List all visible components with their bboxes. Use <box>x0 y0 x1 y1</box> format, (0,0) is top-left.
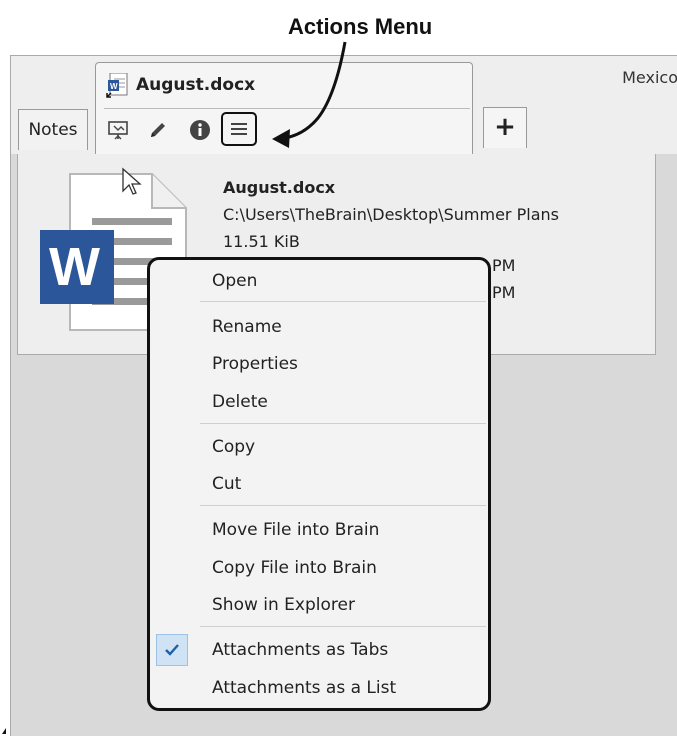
present-icon[interactable] <box>106 118 130 142</box>
svg-text:W: W <box>110 82 118 91</box>
file-size: 11.51 KiB <box>223 232 300 251</box>
file-name: August.docx <box>223 178 336 197</box>
menu-item-rename[interactable]: Rename <box>150 310 488 344</box>
actions-menu-annotation: Actions Menu <box>288 14 433 39</box>
menu-item-properties[interactable]: Properties <box>150 347 488 381</box>
menu-item-open[interactable]: Open <box>150 264 488 298</box>
edit-pencil-icon[interactable] <box>146 118 170 142</box>
menu-item-copy-file-into-brain[interactable]: Copy File into Brain <box>150 551 488 585</box>
file-info: August.docx C:\Users\TheBrain\Desktop\Su… <box>223 174 559 255</box>
menu-separator <box>200 423 486 424</box>
svg-text:W: W <box>49 237 100 297</box>
window-edge <box>0 720 10 735</box>
file-date-partial-1: PM <box>492 256 516 275</box>
word-document-icon: W <box>106 72 128 99</box>
menu-separator <box>200 301 486 302</box>
tab-august-docx[interactable]: W August.docx <box>95 62 473 155</box>
menu-item-attachments-as-a-list[interactable]: Attachments as a List <box>150 671 488 705</box>
info-icon[interactable] <box>188 118 212 142</box>
menu-separator <box>200 505 486 506</box>
menu-item-copy[interactable]: Copy <box>150 430 488 464</box>
menu-item-attachments-as-tabs[interactable]: Attachments as Tabs <box>150 633 488 667</box>
menu-separator <box>200 626 486 627</box>
new-tab-button[interactable]: + <box>483 107 527 148</box>
menu-item-cut[interactable]: Cut <box>150 467 488 501</box>
tab-title: August.docx <box>136 75 256 95</box>
menu-item-show-in-explorer[interactable]: Show in Explorer <box>150 588 488 622</box>
menu-item-move-file-into-brain[interactable]: Move File into Brain <box>150 513 488 547</box>
actions-context-menu: Open Rename Properties Delete Copy Cut M… <box>147 257 491 711</box>
window-title-partial: Mexico <box>622 68 677 87</box>
tab-notes[interactable]: Notes <box>18 109 88 150</box>
menu-item-delete[interactable]: Delete <box>150 385 488 419</box>
file-date-partial-2: PM <box>492 283 516 302</box>
mouse-cursor-icon <box>121 167 143 197</box>
file-path: C:\Users\TheBrain\Desktop\Summer Plans <box>223 205 559 224</box>
tab-divider <box>104 108 470 109</box>
tab-strip: Mexico Notes W August.docx + <box>11 56 677 155</box>
hamburger-menu-icon <box>231 123 247 135</box>
checkmark-icon <box>156 634 188 666</box>
actions-menu-button[interactable] <box>221 112 257 146</box>
